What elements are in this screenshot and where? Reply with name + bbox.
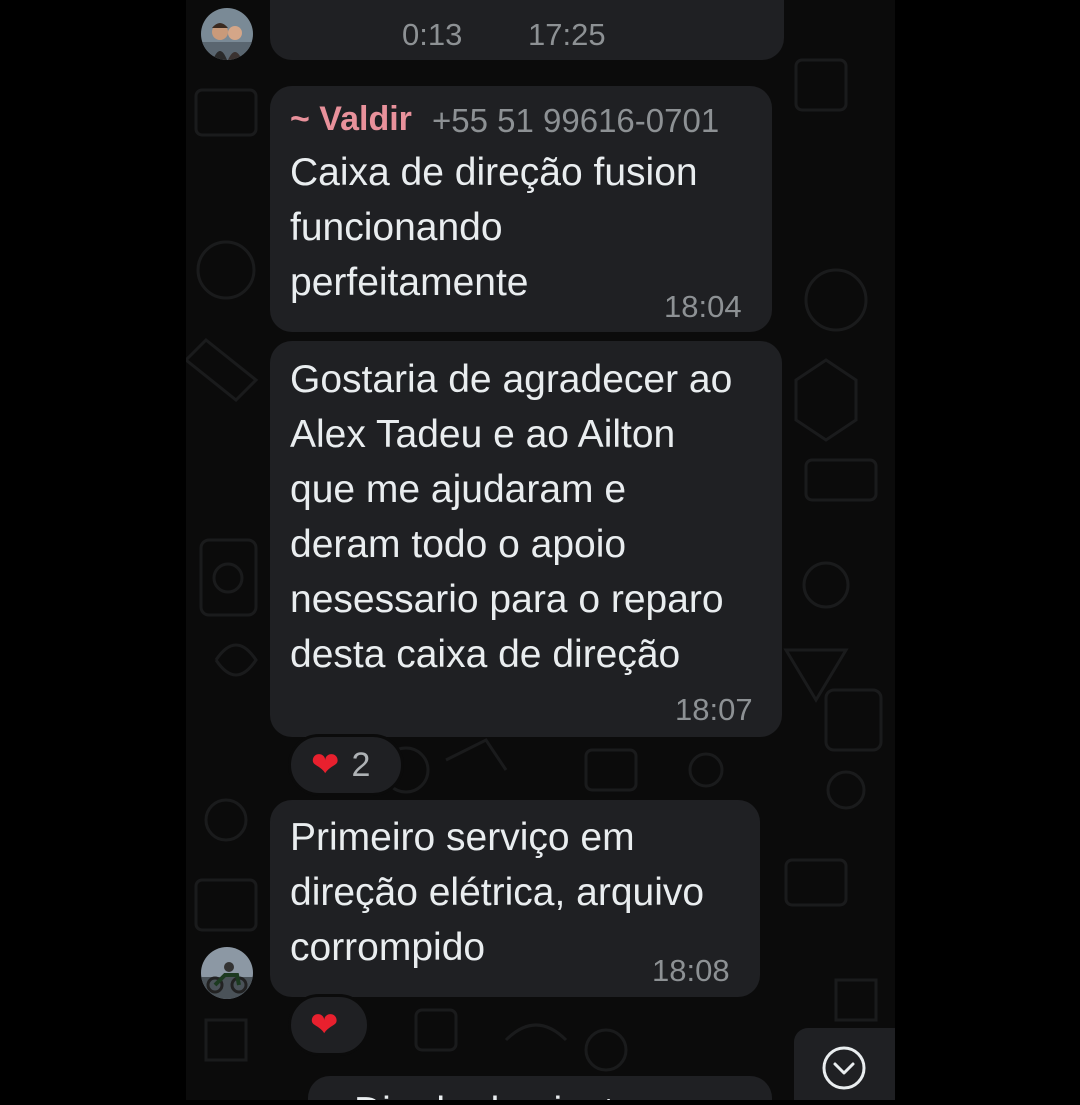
message-text: Primeiro serviço em direção elétrica, ar… [290,816,705,969]
heart-icon: ❤ [310,1006,339,1044]
scroll-to-bottom-button[interactable] [794,1028,895,1100]
message-time: 17:25 [528,17,606,52]
message-time: 18:08 [652,953,730,988]
message-bubble[interactable]: Gostaria de agradecer ao Alex Tadeu e ao… [270,341,782,737]
message-bubble[interactable]: ~ Valdir +55 51 99616-0701 Caixa de dire… [270,86,772,332]
audio-message-bubble[interactable]: 0:13 17:25 [270,0,784,60]
sender-name[interactable]: ~ Valdir [290,100,412,139]
message-text: Caixa de direção fusion funcionando perf… [290,151,698,304]
audio-duration: 0:13 [402,17,463,52]
message-bubble[interactable]: Primeiro serviço em direção elétrica, ar… [270,800,760,997]
chat-area[interactable]: 0:13 17:25 ~ Valdir +55 51 99616-0701 Ca… [186,0,895,1100]
message-text: Gostaria de agradecer ao Alex Tadeu e ao… [290,358,733,676]
reaction-count: 2 [351,745,371,784]
chevron-down-icon [822,1046,866,1090]
avatar-photo-icon [201,8,253,60]
avatar[interactable] [201,8,253,60]
avatar[interactable] [201,947,253,999]
heart-icon: ❤ [311,746,340,784]
sender-phone: +55 51 99616-0701 [432,102,720,139]
reaction-pill[interactable]: ❤ 2 [288,734,404,796]
message-time: 18:04 [664,289,742,324]
message-time: 18:07 [675,692,753,727]
reaction-pill[interactable]: ❤ [288,994,370,1056]
message-bubble[interactable]: Dia de de ajuste [308,1076,772,1100]
message-text: Dia de de ajuste [354,1084,636,1100]
avatar-photo-icon [201,947,253,999]
